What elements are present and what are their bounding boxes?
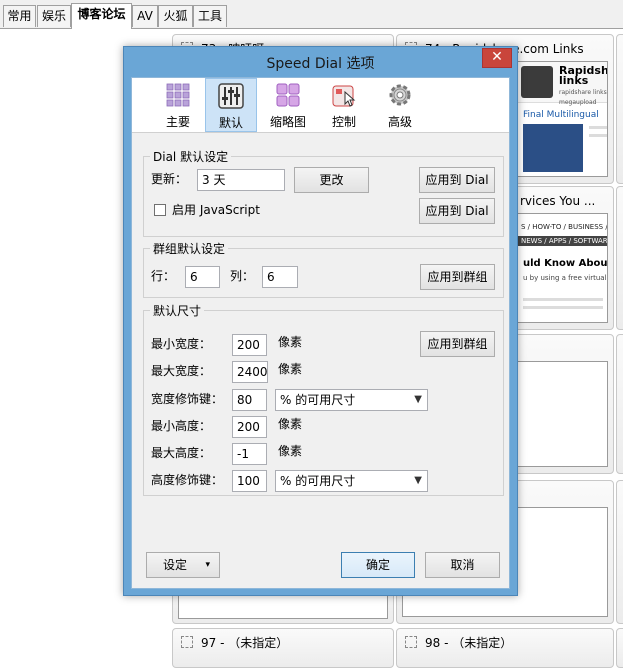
- article-title: Final Multilingual: [523, 110, 599, 120]
- settings-label: 设定: [163, 558, 188, 572]
- height-modifier-label: 高度修饰键：: [151, 473, 224, 487]
- ok-button[interactable]: 确定: [341, 552, 415, 578]
- size-defaults-group: 默认尺寸 最小宽度： 200 像素 应用到群组 最大宽度： 2400 像素 宽度…: [143, 302, 504, 496]
- close-button[interactable]: ✕: [482, 48, 512, 68]
- dial-87[interactable]: [616, 334, 623, 474]
- mouse-icon: [332, 85, 356, 107]
- dial-98[interactable]: 98 - （未指定）: [396, 628, 614, 668]
- min-height-unit: 像素: [278, 417, 303, 431]
- cols-input[interactable]: 6: [262, 266, 298, 288]
- dial-75[interactable]: [616, 34, 623, 184]
- dial-93[interactable]: [616, 480, 623, 624]
- dial-80-title: rvices You ...: [520, 194, 596, 208]
- rows-label: 行：: [151, 269, 176, 283]
- site-logo-icon: [521, 66, 553, 98]
- rows-input[interactable]: 6: [185, 266, 220, 288]
- site-name-2: links: [559, 74, 589, 87]
- max-height-label: 最大高度：: [151, 446, 212, 460]
- width-modifier-input[interactable]: 80: [232, 389, 267, 411]
- height-modifier-select-value: % 的可用尺寸: [280, 474, 356, 488]
- site-nav: S / HOW-TO / BUSINESS / SUBSCR: [521, 223, 608, 231]
- change-button[interactable]: 更改: [294, 167, 369, 193]
- dial-98-title: 98 - （未指定）: [405, 635, 512, 651]
- tab-firefox[interactable]: 火狐: [158, 5, 193, 27]
- min-height-label: 最小高度：: [151, 419, 212, 433]
- tab-control-label: 控制: [331, 115, 356, 129]
- width-modifier-label: 宽度修饰键：: [151, 392, 224, 406]
- tab-advanced-label: 高级: [387, 115, 412, 129]
- width-modifier-select-value: % 的可用尺寸: [280, 393, 356, 407]
- article-image: [523, 124, 583, 172]
- tab-tools[interactable]: 工具: [193, 5, 227, 27]
- tab-common[interactable]: 常用: [3, 5, 36, 27]
- dial-99[interactable]: [616, 628, 623, 668]
- site-headline: uld Know About: [523, 258, 608, 269]
- min-height-input[interactable]: 200: [232, 416, 267, 438]
- tab-advanced[interactable]: 高级: [374, 78, 426, 132]
- dial-defaults-group: Dial 默认设定 更新： 3 天 更改 应用到 Dial 启用 JavaScr…: [143, 148, 504, 237]
- chevron-down-icon: ▼: [414, 475, 422, 486]
- cols-label: 列：: [230, 269, 255, 283]
- height-modifier-input[interactable]: 100: [232, 470, 267, 492]
- apply-to-dial-button-1[interactable]: 应用到 Dial: [419, 167, 495, 193]
- dialog-title: Speed Dial 选项: [266, 56, 375, 72]
- update-interval-input[interactable]: 3 天: [197, 169, 285, 191]
- dial-97[interactable]: 97 - （未指定）: [172, 628, 394, 668]
- update-label: 更新：: [151, 172, 188, 186]
- dial-81[interactable]: [616, 186, 623, 330]
- size-defaults-label: 默认尺寸: [150, 302, 205, 319]
- tab-blog-forum[interactable]: 博客论坛: [71, 3, 132, 29]
- group-defaults-label: 群组默认设定: [150, 240, 229, 257]
- max-width-label: 最大宽度：: [151, 364, 212, 378]
- speed-dial-options-dialog: Speed Dial 选项 ✕ 主要 默认 缩略图 控制 高级 Dial 默认设…: [123, 46, 518, 596]
- tab-defaults[interactable]: 默认: [205, 78, 257, 132]
- max-width-unit: 像素: [278, 362, 303, 376]
- tab-av[interactable]: AV: [132, 5, 158, 27]
- max-width-input[interactable]: 2400: [232, 361, 268, 383]
- settings-menu-button[interactable]: 设定 ▾: [146, 552, 220, 578]
- apply-to-dial-button-2[interactable]: 应用到 Dial: [419, 198, 495, 224]
- max-height-unit: 像素: [278, 444, 303, 458]
- sliders-icon: [218, 83, 244, 109]
- dialog-client-area: 主要 默认 缩略图 控制 高级 Dial 默认设定 更新： 3 天 更改 应用到…: [131, 77, 510, 589]
- group-tab-bar: 常用 娱乐 博客论坛 AV 火狐 工具: [0, 0, 623, 29]
- site-nav-2: NEWS / APPS / SOFTWARE / SECURITY: [521, 237, 608, 245]
- main-grid-icon: [166, 83, 190, 107]
- cancel-button[interactable]: 取消: [425, 552, 500, 578]
- max-height-input[interactable]: -1: [232, 443, 267, 465]
- site-subheadline: u by using a free virtual private networ…: [523, 274, 607, 282]
- tab-main-label: 主要: [165, 115, 190, 129]
- dial-97-title: 97 - （未指定）: [181, 635, 288, 651]
- tab-thumbnail-label: 缩略图: [269, 115, 306, 129]
- min-width-label: 最小宽度：: [151, 337, 212, 351]
- apply-to-group-button-2[interactable]: 应用到群组: [420, 331, 495, 357]
- tab-control[interactable]: 控制: [318, 78, 370, 132]
- height-modifier-select[interactable]: % 的可用尺寸 ▼: [275, 470, 428, 492]
- thumbnail-icon: [276, 83, 300, 107]
- dropdown-arrow-icon: ▾: [205, 560, 210, 570]
- tab-defaults-label: 默认: [218, 116, 243, 130]
- tab-thumbnail[interactable]: 缩略图: [262, 78, 314, 132]
- tab-entertainment[interactable]: 娱乐: [37, 5, 71, 27]
- chevron-down-icon: ▼: [414, 394, 422, 405]
- options-toolbar: 主要 默认 缩略图 控制 高级: [132, 78, 509, 133]
- dial-defaults-label: Dial 默认设定: [150, 148, 232, 165]
- enable-javascript-checkbox[interactable]: [154, 204, 166, 216]
- min-width-unit: 像素: [278, 335, 303, 349]
- width-modifier-select[interactable]: % 的可用尺寸 ▼: [275, 389, 428, 411]
- site-subtitle: rapidshare links megaupload: [559, 89, 607, 106]
- group-defaults-group: 群组默认设定 行： 6 列： 6 应用到群组: [143, 240, 504, 298]
- min-width-input[interactable]: 200: [232, 334, 267, 356]
- tab-main[interactable]: 主要: [152, 78, 204, 132]
- gear-icon: [389, 84, 411, 106]
- apply-to-group-button-1[interactable]: 应用到群组: [420, 264, 495, 290]
- enable-javascript-label: 启用 JavaScript: [172, 203, 260, 217]
